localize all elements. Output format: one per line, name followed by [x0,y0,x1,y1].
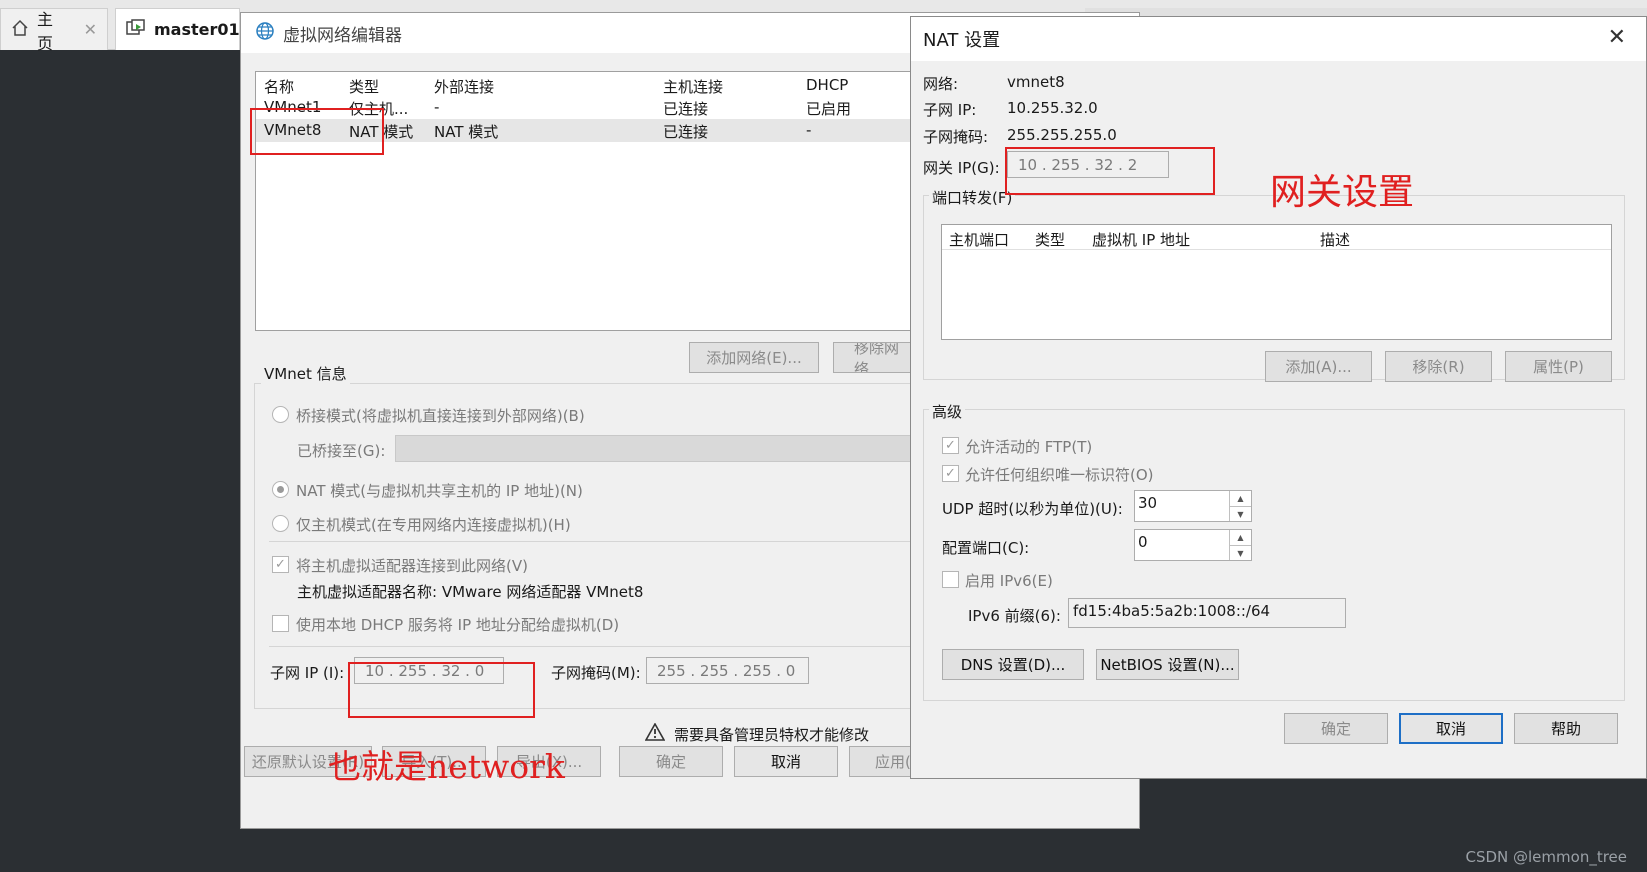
add-network-button[interactable]: 添加网络(E)... [689,342,819,373]
remove-network-button[interactable]: 移除网络 [833,342,913,373]
bridged-to-label: 已桥接至(G): [297,442,386,460]
spin-up-icon[interactable]: ▲ [1229,491,1251,506]
nat-subnet-mask-label: 子网掩码: [923,128,989,146]
use-dhcp-checkbox[interactable] [272,615,289,632]
connect-adapter-checkbox[interactable]: ✓ [272,556,289,573]
port-forwarding-title: 端口转发(F) [929,187,1016,208]
bridged-to-select[interactable] [395,435,915,462]
enable-ipv6-label: 启用 IPv6(E) [965,572,1053,590]
network-annotation: 也就是network [328,747,565,786]
nat-subnet-mask-value: 255.255.255.0 [1007,126,1117,144]
nat-subnet-ip-label: 子网 IP: [923,101,977,119]
vmnet-info-title: VMnet 信息 [261,363,350,384]
allow-ftp-label: 允许活动的 FTP(T) [965,438,1093,456]
vm-icon [126,18,146,41]
udp-timeout-value: 30 [1138,494,1158,512]
editor-ok-button[interactable]: 确定 [619,746,723,777]
bridge-mode-label: 桥接模式(将虚拟机直接连接到外部网络)(B) [296,407,585,425]
udp-timeout-label: UDP 超时(以秒为单位)(U): [942,500,1123,518]
nat-mode-label: NAT 模式(与虚拟机共享主机的 IP 地址)(N) [296,482,583,500]
advanced-title: 高级 [929,401,966,422]
nat-help-button[interactable]: 帮助 [1514,713,1618,744]
close-icon[interactable]: ✕ [1608,25,1626,50]
spin-down-icon[interactable]: ▼ [1229,506,1251,521]
network-label: 网络: [923,75,959,93]
connect-adapter-label: 将主机虚拟适配器连接到此网络(V) [296,557,528,575]
globe-icon [255,21,275,46]
cell-dhcp: - [806,121,812,139]
gateway-annotation: 网关设置 [1270,172,1415,213]
pf-header-vm-ip[interactable]: 虚拟机 IP 地址 [1092,229,1190,250]
config-port-value: 0 [1138,533,1148,551]
watermark: CSDN @lemmon_tree [1465,848,1627,866]
ipv6-prefix-label: IPv6 前缀(6): [968,607,1061,625]
cell-external: - [434,98,440,116]
column-header-type[interactable]: 类型 [349,76,379,97]
udp-timeout-spinner[interactable]: 30 ▲ ▼ [1134,490,1252,522]
config-port-label: 配置端口(C): [942,539,1030,557]
column-header-external[interactable]: 外部连接 [434,76,494,97]
editor-title: 虚拟网络编辑器 [283,25,402,46]
pf-remove-button[interactable]: 移除(R) [1385,351,1492,382]
tab-master01-label: master01 [154,20,240,39]
adapter-name-label: 主机虚拟适配器名称: VMware 网络适配器 VMnet8 [297,583,644,601]
pf-header-type[interactable]: 类型 [1035,229,1065,250]
column-header-dhcp[interactable]: DHCP [806,76,848,94]
pf-properties-button[interactable]: 属性(P) [1505,351,1612,382]
ipv6-prefix-field[interactable]: fd15:4ba5:5a2b:1008::/64 [1068,598,1346,628]
config-port-spinner[interactable]: 0 ▲ ▼ [1134,529,1252,561]
network-value: vmnet8 [1007,73,1065,91]
admin-warning-text: 需要具备管理员特权才能修改 [674,726,870,744]
warning-icon [644,722,666,745]
cell-dhcp: 已启用 [806,100,852,118]
cell-host: 已连接 [663,123,709,141]
dns-settings-button[interactable]: DNS 设置(D)... [942,649,1084,680]
divider [269,541,929,542]
editor-cancel-button[interactable]: 取消 [734,746,838,777]
nat-mode-radio[interactable] [272,481,289,498]
pf-header-description[interactable]: 描述 [1320,229,1350,250]
close-icon[interactable]: ✕ [84,20,97,39]
bridge-mode-radio[interactable] [272,406,289,423]
column-header-host[interactable]: 主机连接 [663,76,723,97]
allow-ftp-checkbox[interactable]: ✓ [942,437,959,454]
divider [269,646,929,647]
nat-ok-button[interactable]: 确定 [1284,713,1388,744]
cell-host: 已连接 [663,100,709,118]
tab-home-label: 主页 [37,9,54,53]
vmnet8-highlight-box [250,108,384,155]
nat-settings-dialog: NAT 设置 ✕ 网络: vmnet8 子网 IP: 10.255.32.0 子… [910,16,1647,779]
netbios-settings-button[interactable]: NetBIOS 设置(N)... [1096,649,1239,680]
cell-external: NAT 模式 [434,123,499,141]
host-only-label: 仅主机模式(在专用网络内连接虚拟机)(H) [296,516,571,534]
tab-home[interactable]: 主页 ✕ [0,8,108,53]
subnet-mask-field[interactable]: 255 . 255 . 255 . 0 [646,657,809,684]
host-only-radio[interactable] [272,515,289,532]
use-dhcp-label: 使用本地 DHCP 服务将 IP 地址分配给虚拟机(D) [296,616,620,634]
nat-dialog-title: NAT 设置 [923,30,1001,51]
spin-down-icon[interactable]: ▼ [1229,545,1251,560]
subnet-mask-label: 子网掩码(M): [551,664,641,682]
subnet-ip-highlight-box [348,662,535,718]
allow-oui-checkbox[interactable]: ✓ [942,465,959,482]
pf-header-host-port[interactable]: 主机端口 [949,229,1009,250]
nat-cancel-button[interactable]: 取消 [1399,713,1503,744]
home-icon [11,19,29,41]
subnet-ip-label: 子网 IP (I): [270,664,345,682]
nat-title-bar: NAT 设置 ✕ [911,17,1646,61]
pf-add-button[interactable]: 添加(A)... [1265,351,1372,382]
gateway-highlight-box [1005,147,1215,195]
column-header-name[interactable]: 名称 [264,76,294,97]
allow-oui-label: 允许任何组织唯一标识符(O) [965,466,1154,484]
tab-master01[interactable]: master01 [115,8,240,50]
port-forwarding-table: 主机端口 类型 虚拟机 IP 地址 描述 [941,224,1612,340]
spin-up-icon[interactable]: ▲ [1229,530,1251,545]
gateway-ip-label: 网关 IP(G): [923,159,1000,177]
nat-subnet-ip-value: 10.255.32.0 [1007,99,1098,117]
enable-ipv6-checkbox[interactable] [942,571,959,588]
